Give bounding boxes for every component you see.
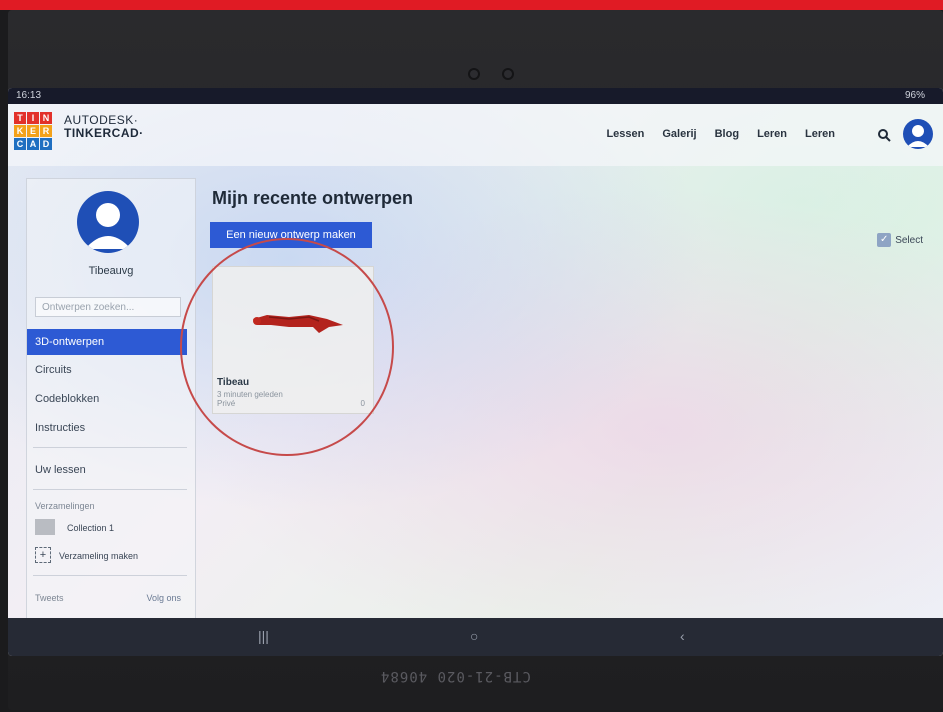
divider	[33, 489, 187, 490]
logo-letter: R	[40, 125, 52, 137]
logo-letter: C	[14, 138, 26, 150]
tinkercad-logo[interactable]: T I N K E R C A D	[14, 112, 52, 150]
sensor-dot-icon	[504, 70, 512, 78]
collection-thumbnail[interactable]	[35, 519, 55, 535]
add-collection-icon[interactable]: +	[35, 547, 51, 563]
red-circle-annotation	[180, 238, 394, 456]
nav-leren-2[interactable]: Leren	[805, 128, 835, 140]
logo-letter: E	[27, 125, 39, 137]
top-red-bar	[0, 0, 943, 10]
logo-letter: A	[27, 138, 39, 150]
logo-letter: K	[14, 125, 26, 137]
profile-username[interactable]: Tibeauvg	[27, 265, 195, 277]
sidebar-item-lessons[interactable]: Uw lessen	[27, 457, 195, 483]
logo-letter: N	[40, 112, 52, 124]
top-nav: Lessen Galerij Blog Leren Leren	[606, 128, 835, 140]
status-time: 16:13	[16, 90, 42, 101]
status-bar: 16:13 96%	[8, 88, 943, 104]
page-title: Mijn recente ontwerpen	[212, 188, 414, 208]
create-collection-button[interactable]: Verzameling maken	[59, 551, 138, 561]
logo-letter: T	[14, 112, 26, 124]
select-label: Select	[895, 234, 923, 246]
sidebar: Tibeauvg Ontwerpen zoeken... 3D-ontwerpe…	[26, 178, 196, 620]
nav-galerij[interactable]: Galerij	[662, 128, 696, 140]
tablet-screen: 16:13 96% T I N K E R C A D AUTODESK· TI…	[8, 88, 943, 656]
select-toggle[interactable]: ✓ Select	[877, 233, 923, 247]
nav-lessen[interactable]: Lessen	[606, 128, 644, 140]
profile-avatar-icon[interactable]	[77, 191, 139, 253]
follow-us-link[interactable]: Volg ons	[146, 593, 181, 603]
home-icon[interactable]: ○	[470, 628, 478, 644]
device-label-sticker: CTB-21-020 40684	[380, 668, 531, 684]
sidebar-item-codeblocks[interactable]: Codeblokken	[27, 386, 195, 412]
site-header: T I N K E R C A D AUTODESK· TINKERCAD· L…	[8, 104, 943, 166]
collections-label: Verzamelingen	[35, 501, 95, 511]
divider	[33, 447, 187, 448]
android-nav-bar: ||| ○ ‹	[8, 618, 943, 656]
battery-level: 96%	[904, 90, 925, 101]
brand-text[interactable]: AUTODESK· TINKERCAD·	[64, 114, 144, 140]
back-icon[interactable]: ‹	[680, 628, 685, 644]
nav-leren[interactable]: Leren	[757, 128, 787, 140]
collection-1-item[interactable]: Collection 1	[67, 523, 114, 533]
recents-icon[interactable]: |||	[258, 628, 269, 644]
designs-search-input[interactable]: Ontwerpen zoeken...	[35, 297, 181, 317]
logo-letter: I	[27, 112, 39, 124]
sidebar-item-circuits[interactable]: Circuits	[27, 357, 195, 383]
logo-letter: D	[40, 138, 52, 150]
nav-blog[interactable]: Blog	[715, 128, 739, 140]
check-icon[interactable]: ✓	[877, 233, 892, 247]
sidebar-item-3d-designs[interactable]: 3D-ontwerpen	[27, 329, 187, 355]
search-icon[interactable]	[877, 128, 891, 142]
divider	[33, 575, 187, 576]
brand-tinkercad: TINKERCAD·	[64, 126, 144, 140]
sidebar-item-instructions[interactable]: Instructies	[27, 415, 195, 441]
tweets-label: Tweets	[35, 593, 64, 603]
camera-dot-icon	[470, 70, 478, 78]
user-avatar-icon[interactable]	[903, 119, 933, 149]
